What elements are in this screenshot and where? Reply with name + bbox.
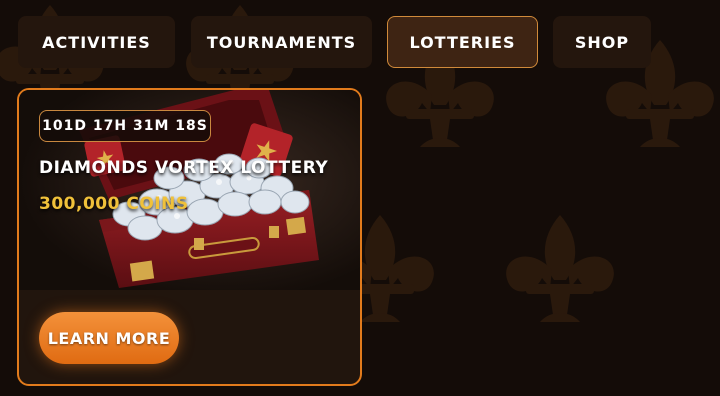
- tab-tournaments[interactable]: TOURNAMENTS: [191, 16, 372, 68]
- prize-amount: 300,000 COINS: [39, 194, 189, 214]
- lottery-title: DIAMONDS VORTEX LOTTERY: [39, 158, 329, 178]
- tab-shop[interactable]: SHOP: [553, 16, 651, 68]
- tab-lotteries[interactable]: LOTTERIES: [387, 16, 538, 68]
- lottery-card[interactable]: ★ ★ 101D 17H 31M 18S DIAMONDS VORTEX LOT…: [17, 88, 362, 386]
- countdown-timer: 101D 17H 31M 18S: [39, 110, 211, 142]
- tab-activities[interactable]: ACTIVITIES: [18, 16, 175, 68]
- learn-more-button[interactable]: LEARN MORE: [39, 312, 179, 364]
